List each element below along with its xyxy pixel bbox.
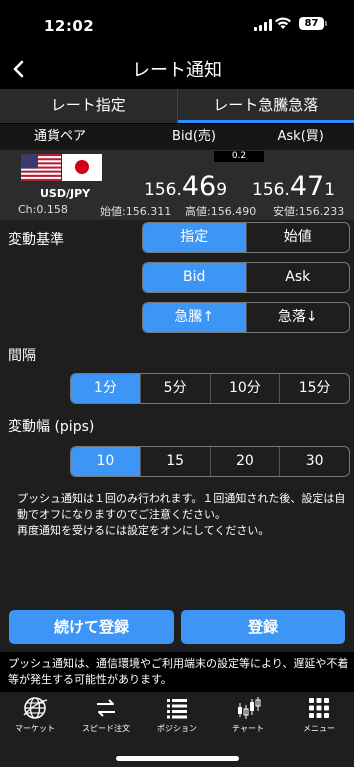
tab-chart[interactable]: チャート xyxy=(213,692,283,734)
push-notice-line-1: プッシュ通知は１回のみ行われます。１回通知された後、設定は自動でオフになりますの… xyxy=(17,492,346,521)
interval-option-5min[interactable]: 5分 xyxy=(141,374,211,403)
bid-column-header: Bid(売) xyxy=(172,129,216,144)
nav-bar: レート通知 xyxy=(0,50,354,88)
bid-rate-pip: 9 xyxy=(216,180,228,200)
ask-rate-prefix: 156. xyxy=(252,180,290,200)
basis-option-open[interactable]: 始値 xyxy=(247,223,350,252)
range-option-20[interactable]: 20 xyxy=(211,447,281,476)
side-option-bid[interactable]: Bid xyxy=(143,263,247,292)
continue-register-button[interactable]: 続けて登録 xyxy=(9,610,174,644)
rate-panel: USD/JPY Ch:0.158 0.2 156.469 156.471 始値:… xyxy=(0,150,354,220)
push-notice-line-2: 再度通知を受けるには設定をオンにしてください。 xyxy=(17,524,270,537)
home-indicator xyxy=(116,756,239,761)
wifi-icon xyxy=(275,17,291,29)
range-selector: 10 15 20 30 xyxy=(70,446,350,477)
tab-position-label: ポジション xyxy=(157,724,197,733)
candlestick-icon xyxy=(238,697,261,719)
ask-rate: 156.471 xyxy=(252,171,335,202)
tab-rate-specified[interactable]: レート指定 xyxy=(0,89,178,123)
battery-icon: 87 xyxy=(299,17,327,30)
spread-value: 0.2 xyxy=(214,151,264,162)
low-price: 安値:156.233 xyxy=(273,205,345,218)
interval-option-10min[interactable]: 10分 xyxy=(211,374,281,403)
speed-order-icon xyxy=(97,699,115,717)
japan-flag-icon xyxy=(62,154,102,181)
tab-chart-label: チャート xyxy=(232,724,264,733)
tab-position[interactable]: ポジション xyxy=(142,692,212,734)
change-value: Ch:0.158 xyxy=(18,203,68,216)
range-option-30[interactable]: 30 xyxy=(280,447,349,476)
ask-column-header: Ask(買) xyxy=(277,129,324,144)
bid-rate: 156.469 xyxy=(144,171,227,202)
cellular-signal-icon xyxy=(254,19,272,31)
tab-market[interactable]: マーケット xyxy=(0,692,70,734)
pair-column-header: 通貨ペア xyxy=(34,129,87,144)
grid-menu-icon xyxy=(309,698,329,718)
tab-speed-order[interactable]: スピード注文 xyxy=(71,692,141,734)
push-notice: プッシュ通知は１回のみ行われます。１回通知された後、設定は自動でオフになりますの… xyxy=(17,491,352,539)
high-price: 高値:156.490 xyxy=(185,205,257,218)
tab-speed-order-label: スピード注文 xyxy=(82,724,130,733)
interval-option-15min[interactable]: 15分 xyxy=(280,374,349,403)
direction-selector: 急騰↑ 急落↓ xyxy=(142,302,350,333)
basis-selector: 指定 始値 xyxy=(142,222,350,253)
page-title: レート通知 xyxy=(132,60,222,81)
action-bar: 続けて登録 登録 xyxy=(0,609,354,652)
us-flag-icon xyxy=(21,154,61,181)
ask-rate-main: 47 xyxy=(289,171,325,202)
delivery-disclaimer: プッシュ通知は、通信環境やご利用端末の設定等により、遅延や不着等が発生する可能性… xyxy=(8,657,349,686)
change-basis-label: 変動基準 xyxy=(8,232,64,248)
direction-option-drop[interactable]: 急落↓ xyxy=(247,303,350,332)
side-option-ask[interactable]: Ask xyxy=(247,263,350,292)
list-icon xyxy=(167,699,187,719)
bid-rate-prefix: 156. xyxy=(144,180,182,200)
side-selector: Bid Ask xyxy=(142,262,350,293)
currency-pair: USD/JPY xyxy=(40,187,91,200)
bid-rate-main: 46 xyxy=(181,171,217,202)
tab-market-label: マーケット xyxy=(15,724,55,733)
interval-option-1min[interactable]: 1分 xyxy=(71,374,141,403)
tab-menu[interactable]: メニュー xyxy=(284,692,354,734)
basis-option-specified[interactable]: 指定 xyxy=(143,223,247,252)
interval-label: 間隔 xyxy=(8,348,36,364)
rate-table-header: 通貨ペア Bid(売) Ask(買) xyxy=(0,124,354,150)
open-price: 始値:156.311 xyxy=(100,205,172,218)
direction-option-surge[interactable]: 急騰↑ xyxy=(143,303,247,332)
status-time: 12:02 xyxy=(44,17,95,35)
interval-selector: 1分 5分 10分 15分 xyxy=(70,373,350,404)
register-button[interactable]: 登録 xyxy=(181,610,345,644)
status-bar: 12:02 87 xyxy=(0,0,354,50)
range-label: 変動幅 (pips) xyxy=(8,419,95,435)
globe-icon xyxy=(23,697,48,719)
tab-menu-label: メニュー xyxy=(303,724,335,733)
tab-rate-surge-drop[interactable]: レート急騰急落 xyxy=(177,89,354,123)
range-option-10[interactable]: 10 xyxy=(71,447,141,476)
range-option-15[interactable]: 15 xyxy=(141,447,211,476)
tab-bar-top: レート指定 レート急騰急落 xyxy=(0,89,354,123)
notification-settings: 変動基準 指定 始値 Bid Ask 急騰↑ 急落↓ 間隔 1分 5分 10分 … xyxy=(0,220,354,609)
ask-rate-pip: 1 xyxy=(324,180,336,200)
